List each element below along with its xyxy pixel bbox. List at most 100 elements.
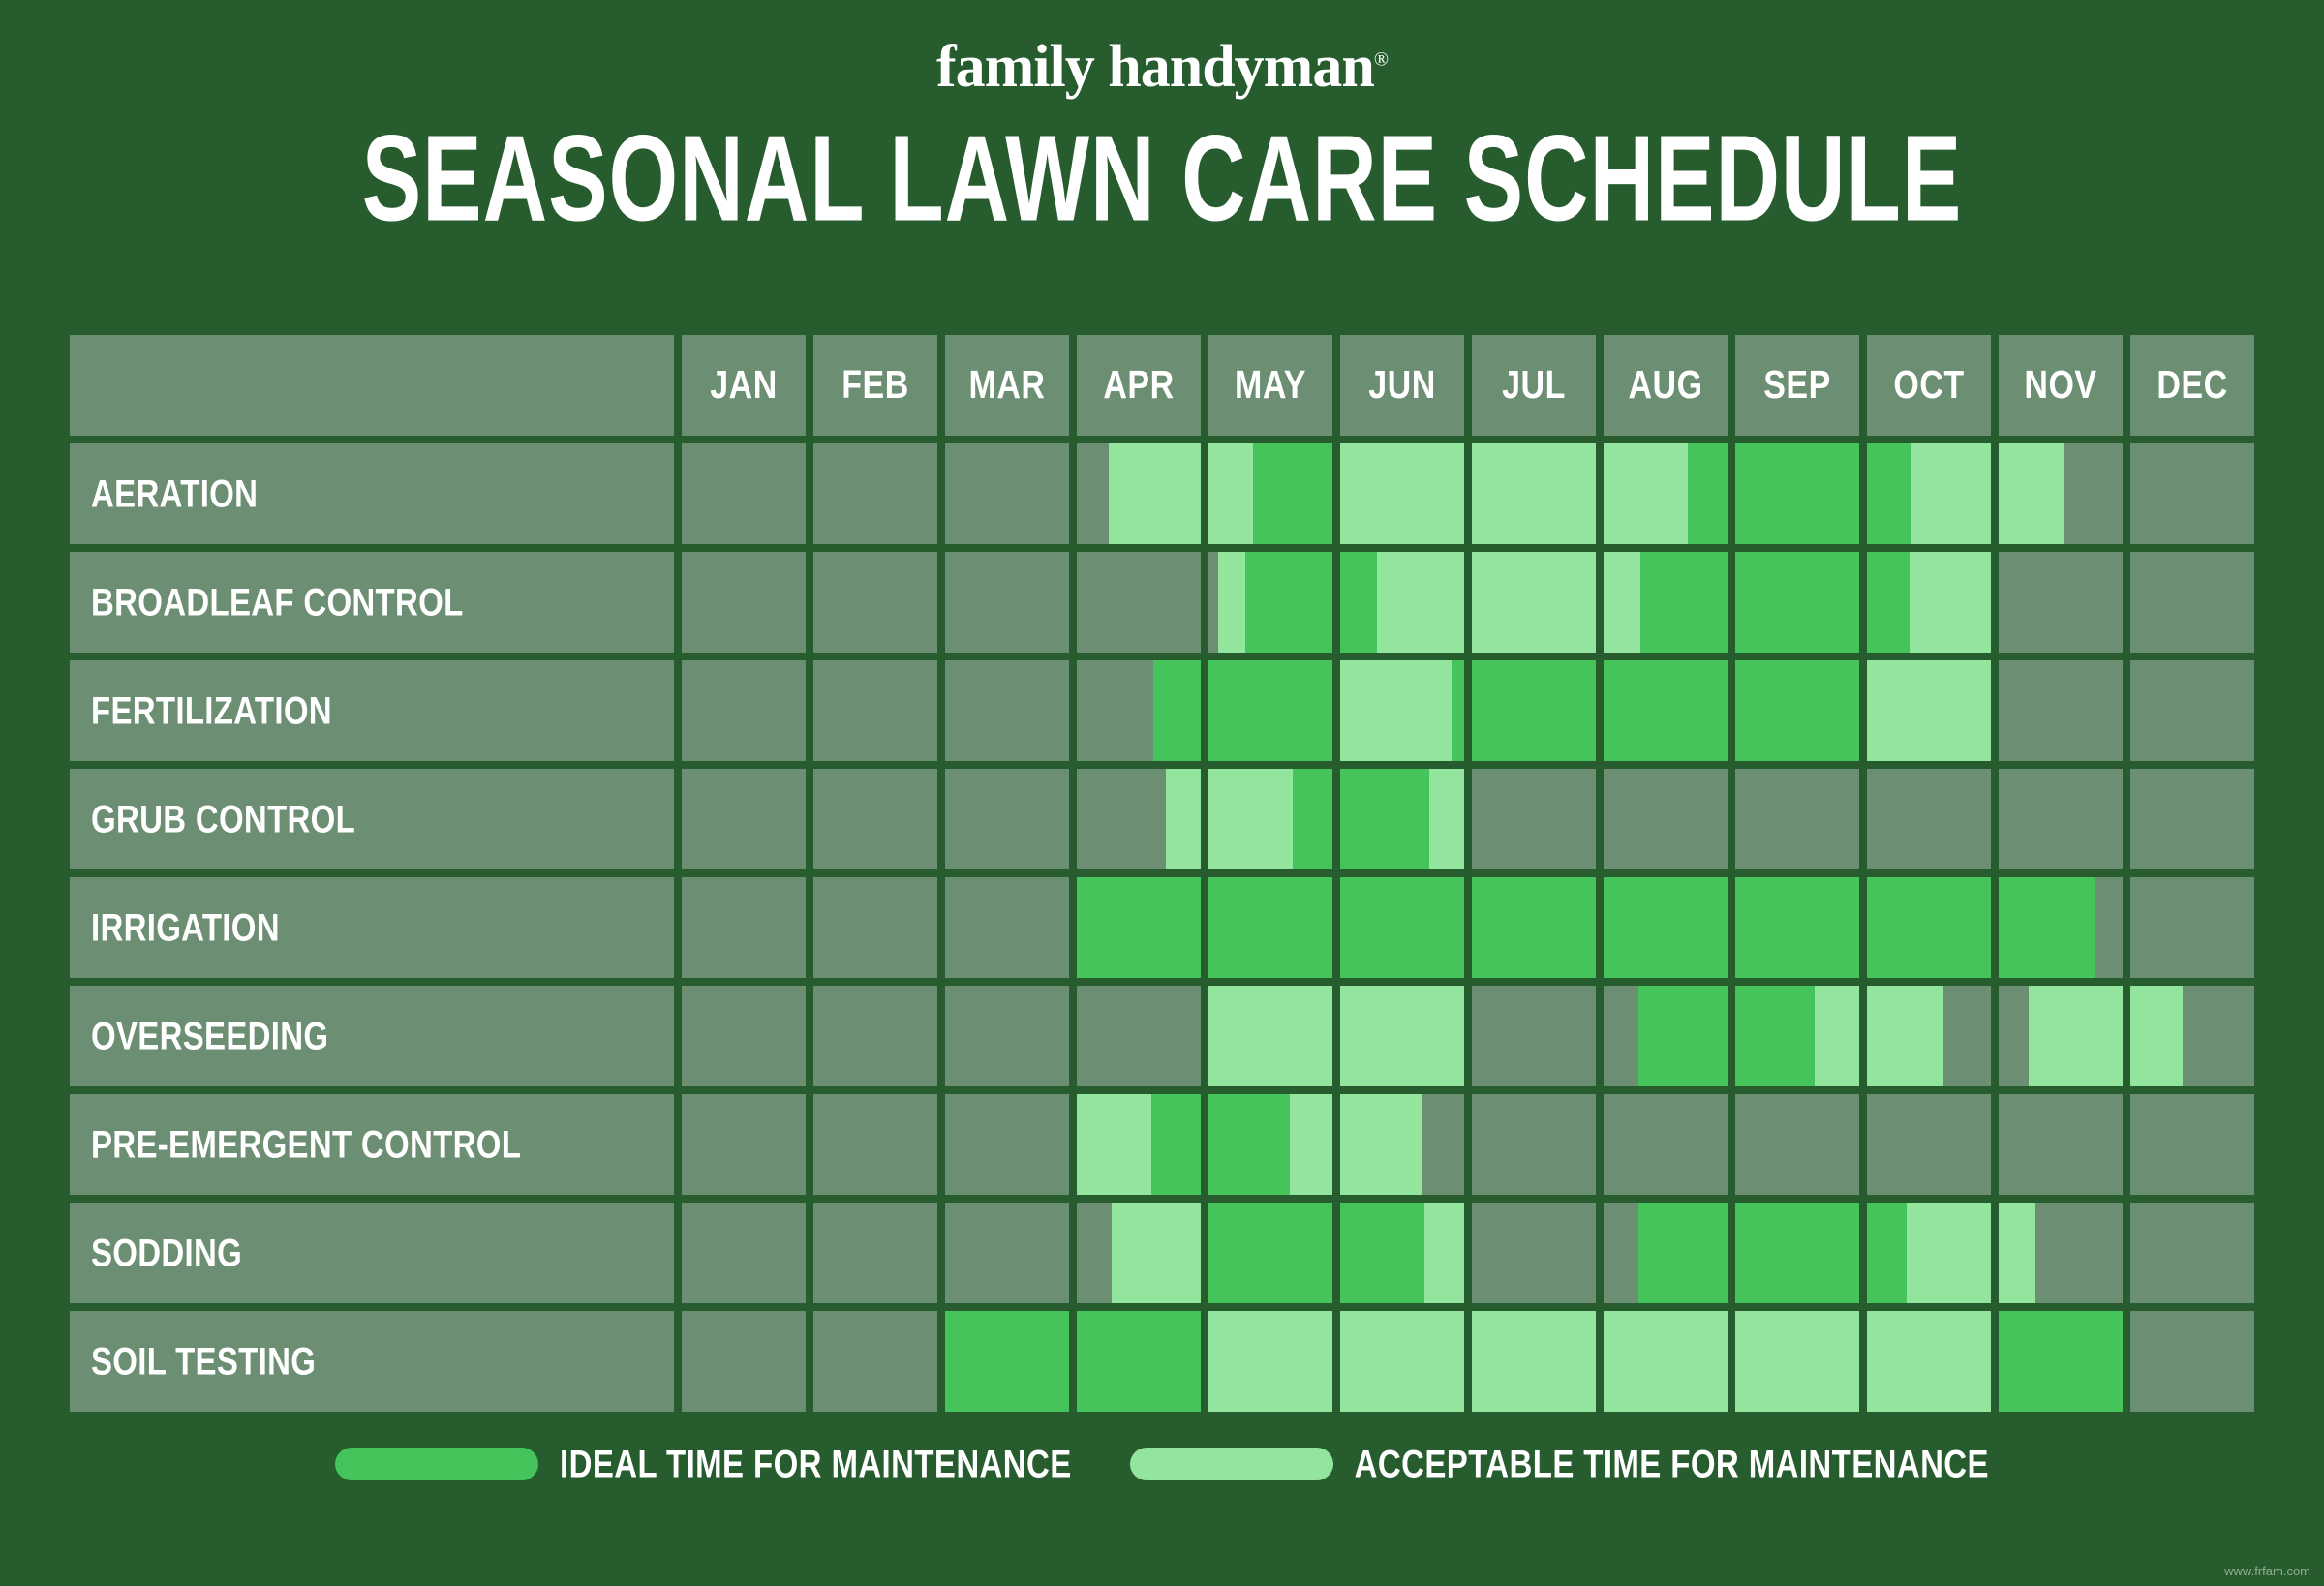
schedule-cell-pre-emergent-control-oct[interactable] [1867,1094,1991,1195]
schedule-cell-aeration-aug[interactable] [1604,443,1728,544]
schedule-cell-pre-emergent-control-jul[interactable] [1472,1094,1596,1195]
schedule-cell-irrigation-nov[interactable] [1999,877,2123,978]
schedule-cell-soil-testing-aug[interactable] [1604,1311,1728,1412]
schedule-cell-overseeding-jun[interactable] [1340,986,1464,1086]
schedule-cell-fertilization-jan[interactable] [682,660,806,761]
schedule-cell-aeration-apr[interactable] [1077,443,1201,544]
schedule-cell-aeration-jan[interactable] [682,443,806,544]
schedule-cell-soil-testing-feb[interactable] [813,1311,937,1412]
schedule-cell-pre-emergent-control-jan[interactable] [682,1094,806,1195]
schedule-cell-fertilization-jun[interactable] [1340,660,1464,761]
schedule-cell-grub-control-apr[interactable] [1077,769,1201,869]
schedule-cell-overseeding-nov[interactable] [1999,986,2123,1086]
schedule-cell-broadleaf-control-feb[interactable] [813,552,937,653]
schedule-cell-sodding-jun[interactable] [1340,1203,1464,1303]
schedule-cell-sodding-oct[interactable] [1867,1203,1991,1303]
schedule-cell-overseeding-apr[interactable] [1077,986,1201,1086]
schedule-cell-soil-testing-oct[interactable] [1867,1311,1991,1412]
schedule-cell-grub-control-oct[interactable] [1867,769,1991,869]
schedule-cell-sodding-feb[interactable] [813,1203,937,1303]
schedule-cell-soil-testing-jul[interactable] [1472,1311,1596,1412]
schedule-cell-irrigation-jan[interactable] [682,877,806,978]
schedule-cell-irrigation-sep[interactable] [1735,877,1859,978]
schedule-cell-overseeding-jul[interactable] [1472,986,1596,1086]
schedule-cell-soil-testing-jun[interactable] [1340,1311,1464,1412]
schedule-cell-irrigation-mar[interactable] [945,877,1069,978]
schedule-cell-irrigation-feb[interactable] [813,877,937,978]
schedule-cell-soil-testing-dec[interactable] [2130,1311,2254,1412]
schedule-cell-grub-control-dec[interactable] [2130,769,2254,869]
schedule-cell-fertilization-oct[interactable] [1867,660,1991,761]
schedule-cell-soil-testing-mar[interactable] [945,1311,1069,1412]
schedule-cell-aeration-jul[interactable] [1472,443,1596,544]
schedule-cell-grub-control-jan[interactable] [682,769,806,869]
schedule-cell-fertilization-aug[interactable] [1604,660,1728,761]
schedule-cell-overseeding-dec[interactable] [2130,986,2254,1086]
schedule-cell-sodding-jul[interactable] [1472,1203,1596,1303]
schedule-cell-aeration-jun[interactable] [1340,443,1464,544]
schedule-cell-sodding-may[interactable] [1208,1203,1332,1303]
schedule-cell-overseeding-feb[interactable] [813,986,937,1086]
schedule-cell-pre-emergent-control-jun[interactable] [1340,1094,1464,1195]
schedule-cell-fertilization-feb[interactable] [813,660,937,761]
schedule-cell-broadleaf-control-nov[interactable] [1999,552,2123,653]
schedule-cell-fertilization-jul[interactable] [1472,660,1596,761]
schedule-cell-overseeding-may[interactable] [1208,986,1332,1086]
schedule-cell-pre-emergent-control-aug[interactable] [1604,1094,1728,1195]
schedule-cell-sodding-aug[interactable] [1604,1203,1728,1303]
schedule-cell-overseeding-jan[interactable] [682,986,806,1086]
schedule-cell-broadleaf-control-mar[interactable] [945,552,1069,653]
schedule-cell-irrigation-aug[interactable] [1604,877,1728,978]
schedule-cell-sodding-sep[interactable] [1735,1203,1859,1303]
schedule-cell-soil-testing-jan[interactable] [682,1311,806,1412]
schedule-cell-broadleaf-control-may[interactable] [1208,552,1332,653]
schedule-cell-fertilization-sep[interactable] [1735,660,1859,761]
schedule-cell-broadleaf-control-oct[interactable] [1867,552,1991,653]
schedule-cell-irrigation-may[interactable] [1208,877,1332,978]
schedule-cell-broadleaf-control-aug[interactable] [1604,552,1728,653]
schedule-cell-pre-emergent-control-apr[interactable] [1077,1094,1201,1195]
schedule-cell-overseeding-sep[interactable] [1735,986,1859,1086]
schedule-cell-grub-control-may[interactable] [1208,769,1332,869]
schedule-cell-broadleaf-control-dec[interactable] [2130,552,2254,653]
schedule-cell-broadleaf-control-apr[interactable] [1077,552,1201,653]
schedule-cell-irrigation-jun[interactable] [1340,877,1464,978]
schedule-cell-irrigation-apr[interactable] [1077,877,1201,978]
schedule-cell-fertilization-apr[interactable] [1077,660,1201,761]
schedule-cell-sodding-apr[interactable] [1077,1203,1201,1303]
schedule-cell-irrigation-jul[interactable] [1472,877,1596,978]
schedule-cell-fertilization-dec[interactable] [2130,660,2254,761]
schedule-cell-aeration-sep[interactable] [1735,443,1859,544]
schedule-cell-broadleaf-control-jul[interactable] [1472,552,1596,653]
schedule-cell-aeration-feb[interactable] [813,443,937,544]
schedule-cell-pre-emergent-control-sep[interactable] [1735,1094,1859,1195]
schedule-cell-grub-control-jun[interactable] [1340,769,1464,869]
schedule-cell-irrigation-dec[interactable] [2130,877,2254,978]
schedule-cell-pre-emergent-control-nov[interactable] [1999,1094,2123,1195]
schedule-cell-sodding-jan[interactable] [682,1203,806,1303]
schedule-cell-aeration-nov[interactable] [1999,443,2123,544]
schedule-cell-sodding-mar[interactable] [945,1203,1069,1303]
schedule-cell-overseeding-aug[interactable] [1604,986,1728,1086]
schedule-cell-grub-control-feb[interactable] [813,769,937,869]
schedule-cell-soil-testing-apr[interactable] [1077,1311,1201,1412]
schedule-cell-overseeding-mar[interactable] [945,986,1069,1086]
schedule-cell-fertilization-mar[interactable] [945,660,1069,761]
schedule-cell-sodding-nov[interactable] [1999,1203,2123,1303]
schedule-cell-soil-testing-nov[interactable] [1999,1311,2123,1412]
schedule-cell-aeration-oct[interactable] [1867,443,1991,544]
schedule-cell-soil-testing-may[interactable] [1208,1311,1332,1412]
schedule-cell-grub-control-mar[interactable] [945,769,1069,869]
schedule-cell-broadleaf-control-jun[interactable] [1340,552,1464,653]
schedule-cell-sodding-dec[interactable] [2130,1203,2254,1303]
schedule-cell-aeration-mar[interactable] [945,443,1069,544]
schedule-cell-pre-emergent-control-dec[interactable] [2130,1094,2254,1195]
schedule-cell-grub-control-sep[interactable] [1735,769,1859,869]
schedule-cell-pre-emergent-control-may[interactable] [1208,1094,1332,1195]
schedule-cell-pre-emergent-control-feb[interactable] [813,1094,937,1195]
schedule-cell-pre-emergent-control-mar[interactable] [945,1094,1069,1195]
schedule-cell-irrigation-oct[interactable] [1867,877,1991,978]
schedule-cell-aeration-may[interactable] [1208,443,1332,544]
schedule-cell-overseeding-oct[interactable] [1867,986,1991,1086]
schedule-cell-fertilization-nov[interactable] [1999,660,2123,761]
